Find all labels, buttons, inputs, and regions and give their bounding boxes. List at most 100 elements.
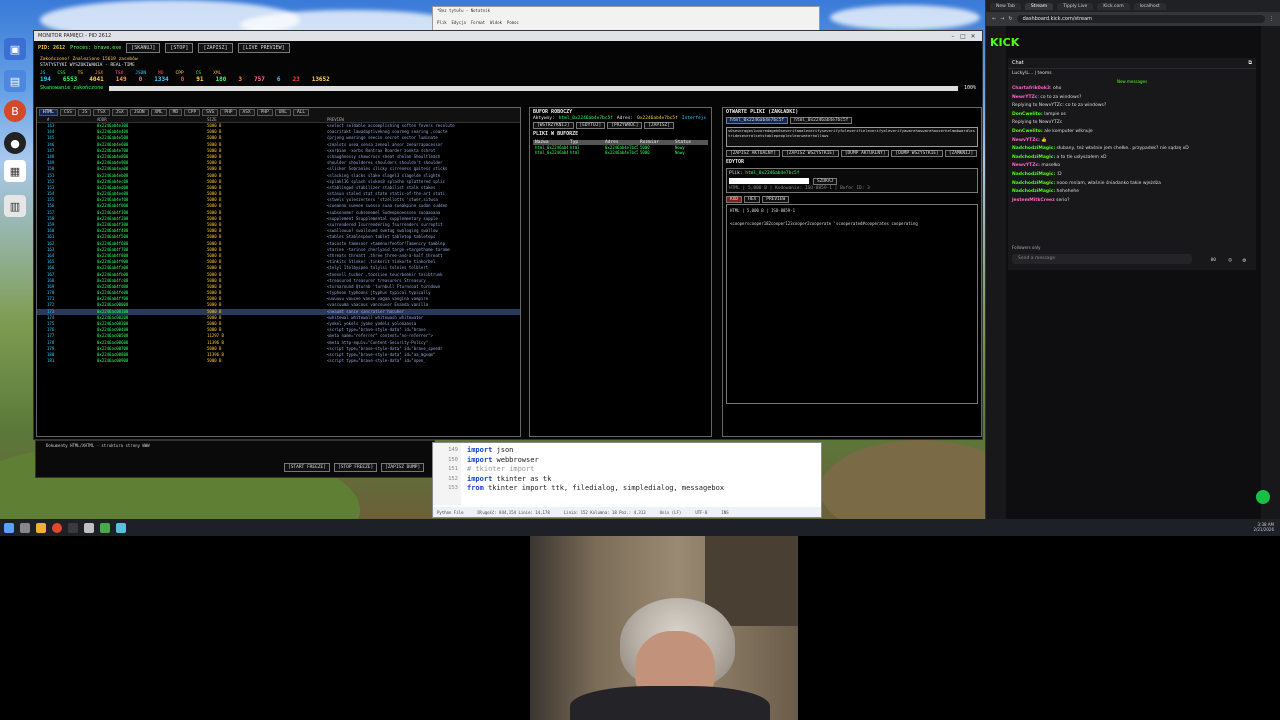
chat-username[interactable]: NewvYTZc: <box>1012 163 1040 168</box>
menu-help[interactable]: Pomoc <box>507 20 519 25</box>
menu-view[interactable]: Widok <box>490 20 502 25</box>
chat-message[interactable]: NadchodziMagic: a to tle usłyszałem xD <box>1008 154 1256 163</box>
buffer-file-row[interactable]: html_0x2246ab4e7bc5fhtml 0x2246ab4e7bc5f5… <box>533 150 708 155</box>
chat-bubble-icon[interactable] <box>1256 490 1270 504</box>
chat-username[interactable]: Chartafrik0ok3 <box>1012 86 1050 91</box>
chat-message[interactable]: NewvYTZc: masełko <box>1008 162 1256 171</box>
search-input[interactable] <box>729 178 809 184</box>
settings-icon[interactable] <box>116 522 126 533</box>
reload-icon[interactable]: ↻ <box>1008 16 1012 22</box>
emote-icon[interactable]: ☺ <box>1228 257 1232 264</box>
save-current-button[interactable]: [ZAPISZ AKTUALNY] <box>726 150 781 157</box>
menu-file[interactable]: Plik <box>437 20 447 25</box>
chat-message[interactable]: Replying to NewvYTZc: co to za windows? <box>1008 102 1256 111</box>
grid-tab[interactable]: JSX <box>111 109 128 116</box>
chat-username[interactable]: NewrYTZc <box>1012 95 1037 100</box>
desktop-icon-computer[interactable]: ▤ <box>4 70 26 92</box>
grid-tab[interactable]: PHP <box>220 109 237 116</box>
tab-code[interactable]: KOD <box>726 196 743 203</box>
settings-gear-icon[interactable]: ⚙ <box>1242 257 1246 264</box>
grid-tab[interactable]: TSX <box>93 109 110 116</box>
grid-tab[interactable]: URL <box>274 109 291 116</box>
chat-message[interactable]: JestemMitkCreez serio? <box>1008 197 1256 206</box>
grid-tab[interactable]: CPP <box>184 109 201 116</box>
search-button[interactable]: SZUKAJ <box>813 178 838 185</box>
chat-message[interactable]: NewrYTZc: co to za windows? <box>1008 94 1256 103</box>
chat-username[interactable]: NadchodziMagic: <box>1012 189 1055 194</box>
browser-tab[interactable]: localhost <box>1133 2 1166 10</box>
chat-message[interactable]: NadchodziMagic: nooo mniam, właśnie śnia… <box>1008 180 1256 189</box>
grid-tab[interactable]: JSON <box>129 109 149 116</box>
scan-button[interactable]: [SKANUJ] <box>126 43 161 53</box>
open-file-tab[interactable]: html_0x2246ab4e7bc5f <box>726 117 789 124</box>
save-dump-button[interactable]: [ZAPISZ DUMP] <box>381 463 425 472</box>
start-icon[interactable] <box>4 522 14 533</box>
grid-tab[interactable]: MD <box>168 109 183 116</box>
desktop-icon-app[interactable]: ● <box>4 132 26 154</box>
chat-message[interactable]: NadchodziMagic: :D <box>1008 171 1256 180</box>
grid-tab[interactable]: HTML <box>39 109 58 116</box>
desktop-icon-file[interactable]: ▥ <box>4 195 26 217</box>
new-messages-label[interactable]: New messages <box>1008 78 1256 85</box>
save-all-button[interactable]: [ZAPISZ WSZYSTKIE] <box>782 150 839 157</box>
browser-tab[interactable]: New Tab <box>990 2 1021 10</box>
chat-message[interactable]: DonCwelito: lampie os <box>1008 111 1256 120</box>
chat-username[interactable]: NadchodziMagic: <box>1012 155 1055 160</box>
menu-format[interactable]: Format <box>471 20 485 25</box>
notepad-icon[interactable] <box>84 522 94 533</box>
restore-button[interactable]: [PRZYWRÓĆ] <box>607 122 643 129</box>
minimize-icon[interactable]: – <box>948 33 958 40</box>
grid-tab[interactable]: CSS <box>59 109 76 116</box>
edit-button[interactable]: [EDYTUJ] <box>575 122 606 129</box>
popout-icon[interactable]: ⧉ <box>1248 60 1252 66</box>
close-tab-button[interactable]: [ZAMKNIJ] <box>944 150 978 157</box>
inject-button[interactable]: [WSTRZYKNIJ] <box>533 122 574 129</box>
close-icon[interactable]: ✕ <box>968 33 978 40</box>
col-header-size[interactable]: SIZE <box>207 117 327 122</box>
grid-tab[interactable]: SVG <box>202 109 219 116</box>
desktop-icon-recycle[interactable]: ▣ <box>4 38 26 60</box>
desktop-icon-doc[interactable]: ▦ <box>4 160 26 182</box>
tab-hex[interactable]: HEX <box>744 196 761 203</box>
chat-message[interactable]: NewvYTZc: 👍 <box>1008 137 1256 146</box>
chat-username[interactable]: DonCwelito: <box>1012 112 1043 117</box>
grid-tab[interactable]: ASX <box>238 109 255 116</box>
chat-username[interactable]: DonCwelito: <box>1012 129 1043 134</box>
code-area[interactable]: import json import webbrowser # tkinter im… <box>467 446 724 494</box>
save-button[interactable]: [ZAPISZ] <box>198 43 233 53</box>
chat-username[interactable]: NewvYTZc: <box>1012 138 1040 143</box>
brave-taskbar-icon[interactable] <box>52 522 62 533</box>
col-header-preview[interactable]: PREVIEW <box>327 117 520 122</box>
chat-message[interactable]: NadchodziMagic: słubany, też właśnie jem… <box>1008 145 1256 154</box>
live-preview-button[interactable]: [LIVE PREVIEW] <box>237 43 290 53</box>
menu-icon[interactable]: ⋮ <box>1269 16 1274 22</box>
brave-icon[interactable]: B <box>4 100 26 122</box>
editor-text-area[interactable]: HTML | 5,000 B | ISO-8859-1 <cooperscoop… <box>726 204 978 404</box>
chat-message[interactable]: Replying to NewvYTZc <box>1008 119 1256 128</box>
menu-edit[interactable]: Edycja <box>451 20 465 25</box>
grid-tab[interactable]: XML <box>150 109 167 116</box>
stop-button[interactable]: [STOP] <box>165 43 194 53</box>
start-freeze-button[interactable]: [START FREEZE] <box>284 463 330 472</box>
tab-preview[interactable]: PREVIEW <box>762 196 790 203</box>
maximize-icon[interactable]: □ <box>958 33 968 40</box>
grid-tab[interactable]: JS <box>77 109 92 116</box>
kick-logo[interactable]: KICK <box>990 36 1019 49</box>
grid-tab[interactable]: PHP <box>256 109 273 116</box>
app-icon[interactable] <box>100 522 110 533</box>
chat-message[interactable]: DonCwelito: ale komputer wlknuje <box>1008 128 1256 137</box>
search-icon[interactable] <box>20 522 30 533</box>
chat-input[interactable]: Send a message <box>1012 254 1192 264</box>
clock-date[interactable]: 2/21/2026 <box>1253 527 1274 532</box>
dump-current-button[interactable]: [DUMP AKTUALNY] <box>840 150 890 157</box>
grid-tab[interactable]: ALL <box>292 109 310 116</box>
chat-message[interactable]: Chartafrik0ok3: oho <box>1008 85 1256 94</box>
browser-tab[interactable]: Tipply Live <box>1057 2 1094 10</box>
col-header-index[interactable]: # <box>37 117 97 122</box>
forward-icon[interactable]: → <box>1000 16 1004 22</box>
col-header-addr[interactable]: ADDR <box>97 117 207 122</box>
url-field[interactable]: dashboard.kick.com/stream <box>1016 15 1265 23</box>
dump-all-button[interactable]: [DUMP WSZYSTKIE] <box>891 150 943 157</box>
back-icon[interactable]: ← <box>992 16 996 22</box>
open-file-tab[interactable]: html_0x2246ab4e7bc5f <box>790 117 853 124</box>
